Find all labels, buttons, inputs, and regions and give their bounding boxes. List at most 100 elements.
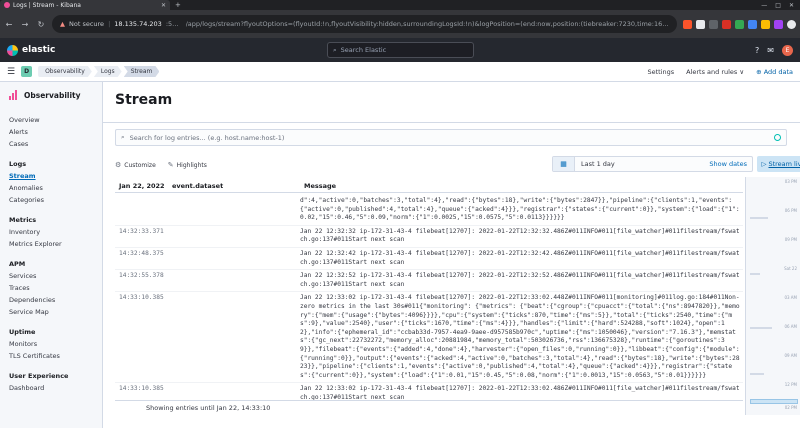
extension-icon[interactable]: [709, 19, 718, 29]
minimap-density-bar: [750, 373, 764, 375]
extension-icon[interactable]: [735, 19, 744, 29]
sidebar-item-tls-certificates[interactable]: TLS Certificates: [9, 350, 102, 362]
elastic-logo[interactable]: elastic: [7, 44, 56, 56]
date-range-value[interactable]: Last 1 day: [575, 160, 615, 168]
log-row[interactable]: 14:32:48.375 Jan 22 12:32:42 ip-172-31-4…: [115, 248, 743, 271]
minimap-label: 03 PM: [784, 179, 797, 184]
breadcrumb-logs[interactable]: Logs: [94, 66, 122, 77]
browser-addressbar: ← → ↻ ▲ Not secure | 18.135.74.203:5601/…: [0, 10, 800, 38]
sidebar-title: Observability: [9, 90, 102, 100]
log-row[interactable]: 14:32:33.371 Jan 22 12:32:32 ip-172-31-4…: [115, 226, 743, 248]
browser-tabbar: Logs | Stream - Kibana ✕ + — □ ✕: [0, 0, 800, 10]
minimap-viewport-highlight[interactable]: [750, 399, 798, 404]
minimap-label: 06 AM: [784, 324, 797, 329]
log-row[interactable]: d":4,"active":0,"batches":3,"total":4},"…: [115, 195, 743, 226]
minimap-density-bar: [750, 327, 772, 329]
sidebar-item-traces[interactable]: Traces: [9, 282, 102, 294]
log-row[interactable]: 14:32:55.378 Jan 22 12:32:52 ip-172-31-4…: [115, 270, 743, 293]
log-timestamp: 14:32:48.375: [119, 249, 164, 257]
sidebar-item-services[interactable]: Services: [9, 270, 102, 282]
settings-link[interactable]: Settings: [647, 68, 674, 76]
brave-shield-icon[interactable]: [683, 19, 692, 29]
url-port: :5601: [165, 20, 182, 28]
extension-icon[interactable]: [761, 19, 770, 29]
log-search-placeholder: Search for log entries... (e.g. host.nam…: [129, 133, 285, 142]
sidebar-section-uptime: Uptime: [9, 328, 36, 336]
space-selector[interactable]: D: [21, 66, 33, 77]
sidebar-item-stream[interactable]: Stream: [9, 170, 102, 182]
maximize-button[interactable]: □: [775, 2, 781, 9]
elastic-logo-text: elastic: [22, 45, 56, 55]
user-avatar[interactable]: E: [782, 44, 793, 56]
column-date: Jan 22, 2022: [119, 182, 165, 190]
log-message: Jan 22 12:32:52 ip-172-31-43-4 filebeat[…: [300, 272, 740, 288]
column-event-dataset: event.dataset: [172, 182, 224, 190]
add-data-button[interactable]: ⊕ Add data: [756, 68, 793, 76]
title-divider: [103, 122, 800, 123]
help-icon[interactable]: ?: [755, 46, 759, 55]
sidebar-item-service-map[interactable]: Service Map: [9, 306, 102, 318]
sidebar-item-monitors[interactable]: Monitors: [9, 338, 102, 350]
extension-icon[interactable]: [722, 19, 731, 29]
calendar-icon[interactable]: ▦: [553, 157, 575, 171]
sidebar: Observability Overview Alerts Cases Logs…: [0, 82, 103, 428]
log-message: d":4,"active":0,"batches":3,"total":4},"…: [300, 197, 740, 222]
sidebar-section-user-experience: User Experience: [9, 372, 69, 380]
minimap-label: 02 PM: [784, 405, 797, 410]
plus-icon: ⊕: [756, 67, 762, 76]
url-bar[interactable]: ▲ Not secure | 18.135.74.203:5601/app/lo…: [52, 15, 677, 33]
extension-icon[interactable]: [748, 19, 757, 29]
sidebar-item-dashboard[interactable]: Dashboard: [9, 382, 102, 394]
menu-icon[interactable]: ☰: [7, 67, 15, 77]
sidebar-item-anomalies[interactable]: Anomalies: [9, 182, 102, 194]
observability-icon: [9, 90, 19, 100]
stream-toolbar: ⚙ Customize ✎ Highlights ▦ Last 1 day Show…: [115, 156, 800, 172]
log-timestamp: 14:33:10.385: [119, 385, 164, 393]
sidebar-item-overview[interactable]: Overview: [9, 114, 102, 126]
highlights-button[interactable]: ✎ Highlights: [168, 161, 207, 169]
alerts-rules-menu[interactable]: Alerts and rules ∨: [686, 68, 744, 76]
date-picker[interactable]: ▦ Last 1 day Show dates: [552, 156, 753, 172]
gear-icon: ⚙: [115, 161, 122, 169]
search-icon: ⌕: [121, 133, 125, 141]
forward-arrow-icon[interactable]: →: [20, 20, 30, 29]
sidebar-item-metrics-explorer[interactable]: Metrics Explorer: [9, 238, 102, 250]
sidebar-item-dependencies[interactable]: Dependencies: [9, 294, 102, 306]
sidebar-item-categories[interactable]: Categories: [9, 194, 102, 206]
play-icon: ▷: [761, 160, 767, 168]
browser-tab[interactable]: Logs | Stream - Kibana ✕: [0, 0, 170, 10]
kibana-header: elastic ⌕ Search Elastic ? ✉ E: [0, 38, 800, 62]
newsfeed-icon[interactable]: ✉: [767, 46, 774, 55]
sidebar-item-cases[interactable]: Cases: [9, 138, 102, 150]
alerts-rules-label: Alerts and rules: [686, 67, 738, 76]
add-data-label: Add data: [763, 67, 793, 76]
minimap-density-bar: [750, 217, 768, 219]
log-search-input[interactable]: ⌕ Search for log entries... (e.g. host.n…: [115, 129, 787, 146]
sidebar-item-alerts[interactable]: Alerts: [9, 126, 102, 138]
new-tab-button[interactable]: +: [175, 1, 181, 9]
reload-icon[interactable]: ↻: [36, 20, 46, 29]
global-search-input[interactable]: ⌕ Search Elastic: [327, 42, 474, 58]
sidebar-item-inventory[interactable]: Inventory: [9, 226, 102, 238]
log-message: Jan 22 12:33:02 ip-172-31-43-4 filebeat[…: [300, 294, 740, 379]
close-window-button[interactable]: ✕: [789, 2, 794, 9]
tab-close-icon[interactable]: ✕: [161, 2, 166, 9]
customize-button[interactable]: ⚙ Customize: [115, 161, 156, 169]
show-dates-button[interactable]: Show dates: [709, 160, 752, 168]
back-arrow-icon[interactable]: ←: [4, 20, 14, 29]
log-minimap[interactable]: 03 PM 06 PM 09 PM Sat 22 03 AM 06 AM 09 …: [745, 177, 800, 415]
log-row[interactable]: 14:33:10.385 Jan 22 12:33:02 ip-172-31-4…: [115, 292, 743, 384]
log-stream[interactable]: d":4,"active":0,"batches":3,"total":4},"…: [115, 195, 743, 400]
extension-icon[interactable]: [696, 19, 705, 29]
profile-icon[interactable]: [787, 19, 796, 29]
breadcrumb-observability[interactable]: Observability: [38, 66, 92, 77]
column-message: Message: [304, 182, 337, 190]
extension-icon[interactable]: [774, 19, 783, 29]
log-row[interactable]: 14:33:10.385 Jan 22 12:33:02 ip-172-31-4…: [115, 383, 743, 400]
stream-live-button[interactable]: ▷ Stream live: [757, 156, 800, 172]
app-menu: Settings Alerts and rules ∨ ⊕ Add data: [647, 68, 793, 76]
breadcrumb-bar: ☰ D Observability Logs Stream Settings A…: [0, 62, 800, 82]
header-actions: ? ✉ E: [755, 44, 793, 56]
stream-live-label: Stream live: [768, 160, 800, 168]
minimize-button[interactable]: —: [761, 2, 767, 9]
